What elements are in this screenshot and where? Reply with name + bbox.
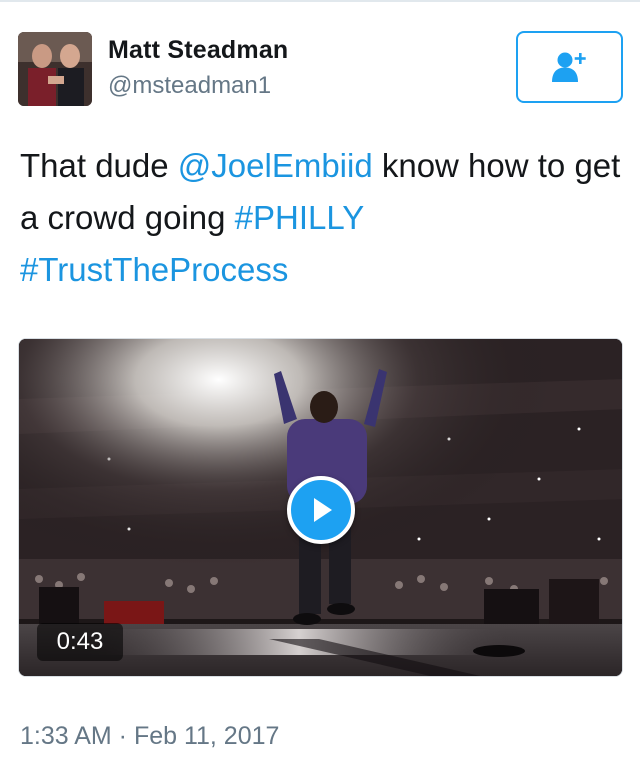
avatar[interactable] xyxy=(18,32,92,106)
hashtag-link-trusttheprocess[interactable]: #TrustTheProcess xyxy=(20,251,288,288)
add-user-icon xyxy=(551,52,586,82)
tweet-text: That dude @JoelEmbiid know how to get a … xyxy=(20,140,625,296)
follow-button[interactable] xyxy=(516,31,623,103)
avatar-image xyxy=(18,32,92,106)
video-duration-badge: 0:43 xyxy=(37,623,123,661)
hashtag-link-philly[interactable]: #PHILLY xyxy=(235,199,364,236)
tweet-timestamp[interactable]: 1:33 AM · Feb 11, 2017 xyxy=(20,722,279,751)
video-player[interactable]: 0:43 xyxy=(18,338,623,677)
user-name[interactable]: Matt Steadman xyxy=(108,36,288,65)
tweet-text-segment: That dude xyxy=(20,147,178,184)
play-icon xyxy=(314,498,332,522)
top-divider xyxy=(0,0,640,2)
mention-link[interactable]: @JoelEmbiid xyxy=(178,147,373,184)
play-button[interactable] xyxy=(287,476,355,544)
user-handle[interactable]: @msteadman1 xyxy=(108,72,271,100)
